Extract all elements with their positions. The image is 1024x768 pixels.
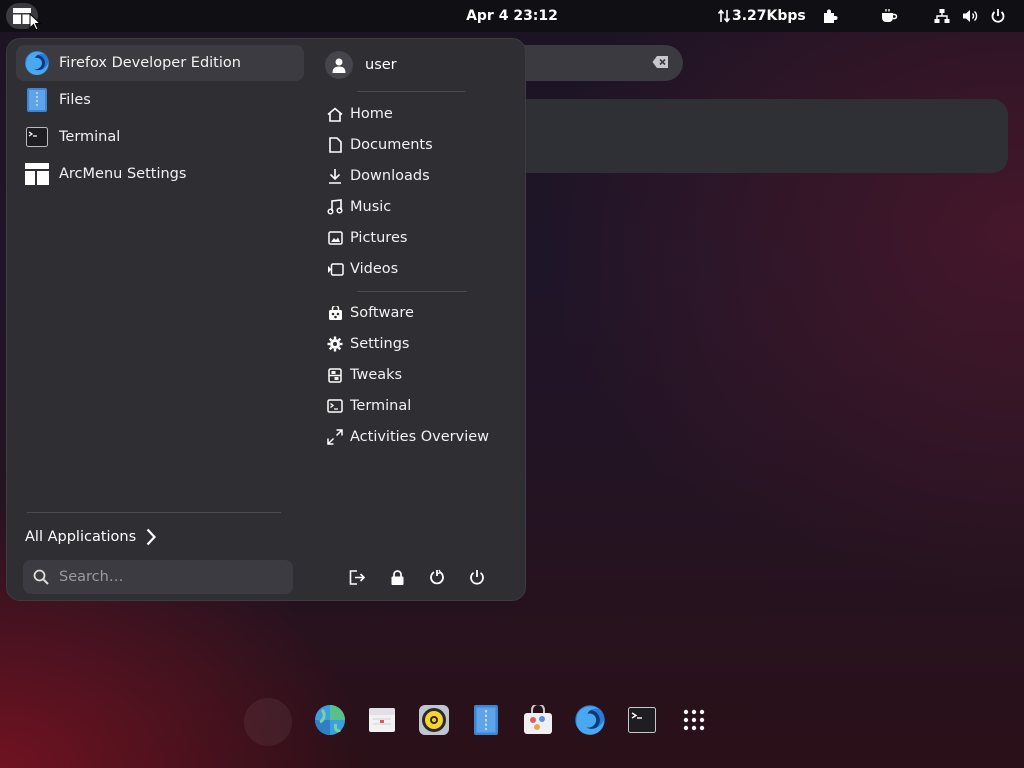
terminal-icon xyxy=(24,124,50,150)
dock-files[interactable] xyxy=(468,702,504,738)
system-label: Activities Overview xyxy=(350,429,490,445)
overview-search-bar[interactable] xyxy=(500,45,683,81)
place-videos[interactable]: Videos xyxy=(326,255,398,283)
place-home[interactable]: Home xyxy=(326,100,393,128)
arcmenu-settings-icon xyxy=(24,161,50,187)
dock-show-apps[interactable] xyxy=(676,702,712,738)
rhythmbox-icon xyxy=(419,705,449,735)
music-icon xyxy=(326,198,344,216)
app-item-firefox-dev[interactable]: Firefox Developer Edition xyxy=(16,45,304,81)
arcmenu-panel: Firefox Developer Edition Files Terminal xyxy=(6,38,526,601)
place-downloads[interactable]: Downloads xyxy=(326,162,430,190)
system-activities-overview[interactable]: Activities Overview xyxy=(326,423,489,451)
all-applications-label: All Applications xyxy=(25,529,137,545)
divider xyxy=(357,291,467,292)
terminal-small-icon xyxy=(326,397,344,415)
activities-icon xyxy=(326,428,344,446)
show-apps-icon xyxy=(683,709,705,731)
place-label: Documents xyxy=(350,137,433,153)
place-label: Videos xyxy=(350,261,399,277)
web-browser-icon xyxy=(315,705,345,735)
lock-icon xyxy=(391,569,403,585)
network-icon[interactable] xyxy=(934,8,950,24)
system-label: Settings xyxy=(350,336,410,352)
downloads-icon xyxy=(326,167,344,185)
system-tweaks[interactable]: Tweaks xyxy=(326,361,402,389)
net-arrows-icon xyxy=(718,9,730,23)
restart-icon xyxy=(430,569,444,585)
volume-icon[interactable] xyxy=(962,8,978,24)
overview-card xyxy=(500,99,1008,173)
power-icon[interactable] xyxy=(990,8,1006,24)
search-icon xyxy=(33,569,49,585)
avatar xyxy=(325,51,353,79)
log-out-icon xyxy=(349,569,365,585)
settings-icon xyxy=(326,335,344,353)
caffeine-icon[interactable] xyxy=(880,8,898,24)
place-label: Downloads xyxy=(350,168,430,184)
system-terminal[interactable]: Terminal xyxy=(326,392,411,420)
network-speed[interactable]: 3.27Kbps xyxy=(718,8,806,24)
dock-firefox-dev[interactable] xyxy=(572,702,608,738)
dock-calendar[interactable] xyxy=(364,702,400,738)
app-item-files[interactable]: Files xyxy=(16,82,304,118)
dock-software[interactable] xyxy=(520,702,556,738)
clock[interactable]: Apr 4 23:12 xyxy=(466,8,558,24)
mouse-cursor-icon xyxy=(29,13,41,31)
divider xyxy=(27,512,281,513)
dock-rhythmbox[interactable] xyxy=(416,702,452,738)
software-dock-icon xyxy=(524,705,552,734)
app-label: Firefox Developer Edition xyxy=(59,55,241,71)
app-item-arcmenu-settings[interactable]: ArcMenu Settings xyxy=(16,156,304,192)
calendar-icon xyxy=(369,708,395,732)
user-icon xyxy=(332,58,346,73)
clear-search-icon[interactable] xyxy=(652,55,669,69)
system-settings[interactable]: Settings xyxy=(326,330,409,358)
app-label: Files xyxy=(59,92,91,108)
dock-terminal[interactable] xyxy=(624,702,660,738)
place-music[interactable]: Music xyxy=(326,193,391,221)
terminal-dock-icon xyxy=(628,707,656,733)
tweaks-icon xyxy=(326,366,344,384)
search-input[interactable] xyxy=(57,568,261,586)
place-pictures[interactable]: Pictures xyxy=(326,224,407,252)
top-bar: Apr 4 23:12 3.27Kbps xyxy=(0,0,1024,32)
place-label: Music xyxy=(350,199,392,215)
extensions-icon[interactable] xyxy=(822,8,838,24)
place-label: Pictures xyxy=(350,230,408,246)
lock-button[interactable] xyxy=(383,563,411,591)
power-off-button[interactable] xyxy=(463,563,491,591)
documents-icon xyxy=(326,136,344,154)
app-label: Terminal xyxy=(59,129,121,145)
chevron-right-icon xyxy=(146,528,157,546)
system-label: Tweaks xyxy=(350,367,403,383)
user-name: user xyxy=(365,57,397,73)
home-icon xyxy=(326,105,344,123)
user-account[interactable]: user xyxy=(325,49,397,81)
divider xyxy=(357,91,465,92)
software-icon xyxy=(326,304,344,322)
place-documents[interactable]: Documents xyxy=(326,131,433,159)
app-label: ArcMenu Settings xyxy=(59,166,187,182)
system-software[interactable]: Software xyxy=(326,299,414,327)
files-icon xyxy=(24,87,50,113)
menu-search-box[interactable] xyxy=(23,560,293,594)
system-label: Terminal xyxy=(350,398,412,414)
firefox-dev-icon xyxy=(24,50,50,76)
net-speed-value: 3.27Kbps xyxy=(732,8,806,24)
files-dock-icon xyxy=(474,705,498,735)
all-applications-button[interactable]: All Applications xyxy=(25,523,157,551)
place-label: Home xyxy=(350,106,393,122)
log-out-button[interactable] xyxy=(343,563,371,591)
system-label: Software xyxy=(350,305,414,321)
pictures-icon xyxy=(326,229,344,247)
app-item-terminal[interactable]: Terminal xyxy=(16,119,304,155)
dock-web-browser[interactable] xyxy=(312,702,348,738)
videos-icon xyxy=(326,260,344,278)
dock-running-indicator xyxy=(244,698,292,746)
firefox-dock-icon xyxy=(575,705,605,735)
power-off-icon xyxy=(470,570,484,585)
restart-button[interactable] xyxy=(423,563,451,591)
